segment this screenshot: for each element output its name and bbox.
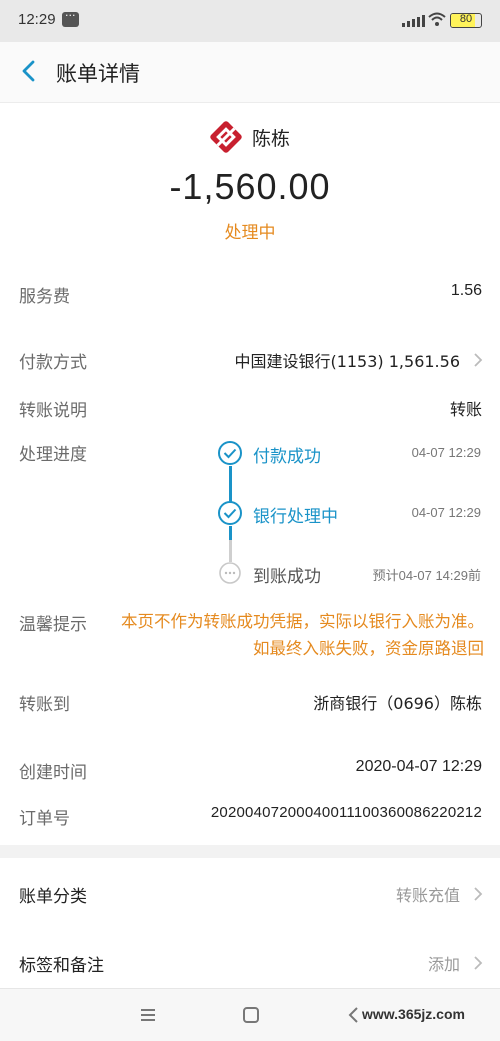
progress-step: 付款成功 04-07 12:29: [217, 440, 487, 468]
transaction-amount: -1,560.00: [169, 166, 331, 207]
bill-category-value: 转账充值: [395, 886, 460, 905]
transfer-note-label: 转账说明: [19, 401, 87, 421]
step-time: 04-07 12:29: [411, 445, 481, 460]
bill-category-row[interactable]: 账单分类 转账充值: [0, 874, 500, 914]
tags-notes-row[interactable]: 标签和备注 添加: [0, 943, 500, 983]
watermark: www.365jz.com: [362, 992, 492, 1036]
signal-icon: [402, 15, 425, 27]
step-label: 银行处理中: [253, 507, 338, 527]
home-icon[interactable]: [237, 1001, 265, 1029]
service-fee-value: 1.56: [450, 282, 482, 299]
order-number-row: 订单号 20200407200040011100360086220212: [0, 796, 500, 836]
tags-notes-value: 添加: [427, 955, 460, 974]
transfer-to-value: 浙商银行（0696）陈栋: [313, 694, 482, 713]
chevron-right-icon: [474, 887, 483, 901]
progress-section: 处理进度 付款成功 04-07 12:29 银行处理中 04-07 12:29 …: [0, 436, 500, 596]
step-time: 预计04-07 14:29前: [372, 568, 481, 583]
order-number-value: 20200407200040011100360086220212: [210, 804, 482, 821]
check-circle-icon: [218, 441, 242, 465]
status-bar: 12:29 80: [0, 0, 500, 42]
step-label: 到账成功: [253, 567, 321, 587]
transfer-to-row: 转账到 浙商银行（0696）陈栋: [0, 682, 500, 722]
wifi-icon: [428, 12, 446, 32]
payment-method-label: 付款方式: [19, 353, 87, 373]
bill-category-label: 账单分类: [19, 887, 87, 907]
nav-bar: 账单详情: [0, 42, 500, 103]
transfer-note-row: 转账说明 转账: [0, 388, 500, 428]
bank-logo-icon: [210, 121, 242, 153]
progress-step: 到账成功 预计04-07 14:29前: [217, 560, 487, 588]
back-button[interactable]: [14, 56, 44, 86]
payee-name: 陈栋: [251, 127, 290, 150]
created-time-value: 2020-04-07 12:29: [355, 758, 482, 775]
payment-method-value: 中国建设银行(1153) 1,561.56: [234, 352, 460, 371]
battery-level: 80: [459, 13, 473, 25]
tip-row: 温馨提示 本页不作为转账成功凭据，实际以银行入账为准。如最终入账失败，资金原路退…: [0, 606, 500, 666]
message-notification-icon: [62, 6, 79, 27]
payee-header: 陈栋: [0, 120, 500, 154]
chevron-right-icon: [474, 353, 483, 367]
transfer-note-value: 转账: [449, 400, 482, 419]
transfer-to-label: 转账到: [19, 695, 70, 715]
section-divider: [0, 845, 500, 858]
progress-label: 处理进度: [19, 445, 87, 465]
watermark-url: www.365jz.com: [362, 1006, 465, 1022]
check-circle-icon: [218, 501, 242, 525]
step-label: 付款成功: [253, 447, 321, 467]
created-time-label: 创建时间: [19, 763, 87, 783]
transaction-status: 处理中: [224, 223, 276, 243]
created-time-row: 创建时间 2020-04-07 12:29: [0, 750, 500, 790]
pending-circle-icon: [219, 562, 241, 584]
payment-method-row[interactable]: 付款方式 中国建设银行(1153) 1,561.56: [0, 340, 500, 380]
progress-line-pending: [229, 540, 232, 562]
chevron-right-icon: [474, 956, 483, 970]
battery-icon: 80: [450, 13, 482, 28]
step-time: 04-07 12:29: [411, 505, 481, 520]
status-time: 12:29: [18, 11, 56, 28]
tags-notes-label: 标签和备注: [19, 956, 104, 976]
tip-label: 温馨提示: [19, 615, 87, 635]
service-fee-row: 服务费 1.56: [0, 274, 500, 314]
chevron-left-icon: [22, 60, 35, 82]
progress-step: 银行处理中 04-07 12:29: [217, 500, 487, 528]
tip-text: 本页不作为转账成功凭据，实际以银行入账为准。如最终入账失败，资金原路退回: [121, 612, 484, 658]
service-fee-label: 服务费: [19, 287, 70, 307]
page-title: 账单详情: [56, 62, 140, 86]
menu-icon[interactable]: [134, 1001, 162, 1029]
order-number-label: 订单号: [19, 809, 70, 829]
